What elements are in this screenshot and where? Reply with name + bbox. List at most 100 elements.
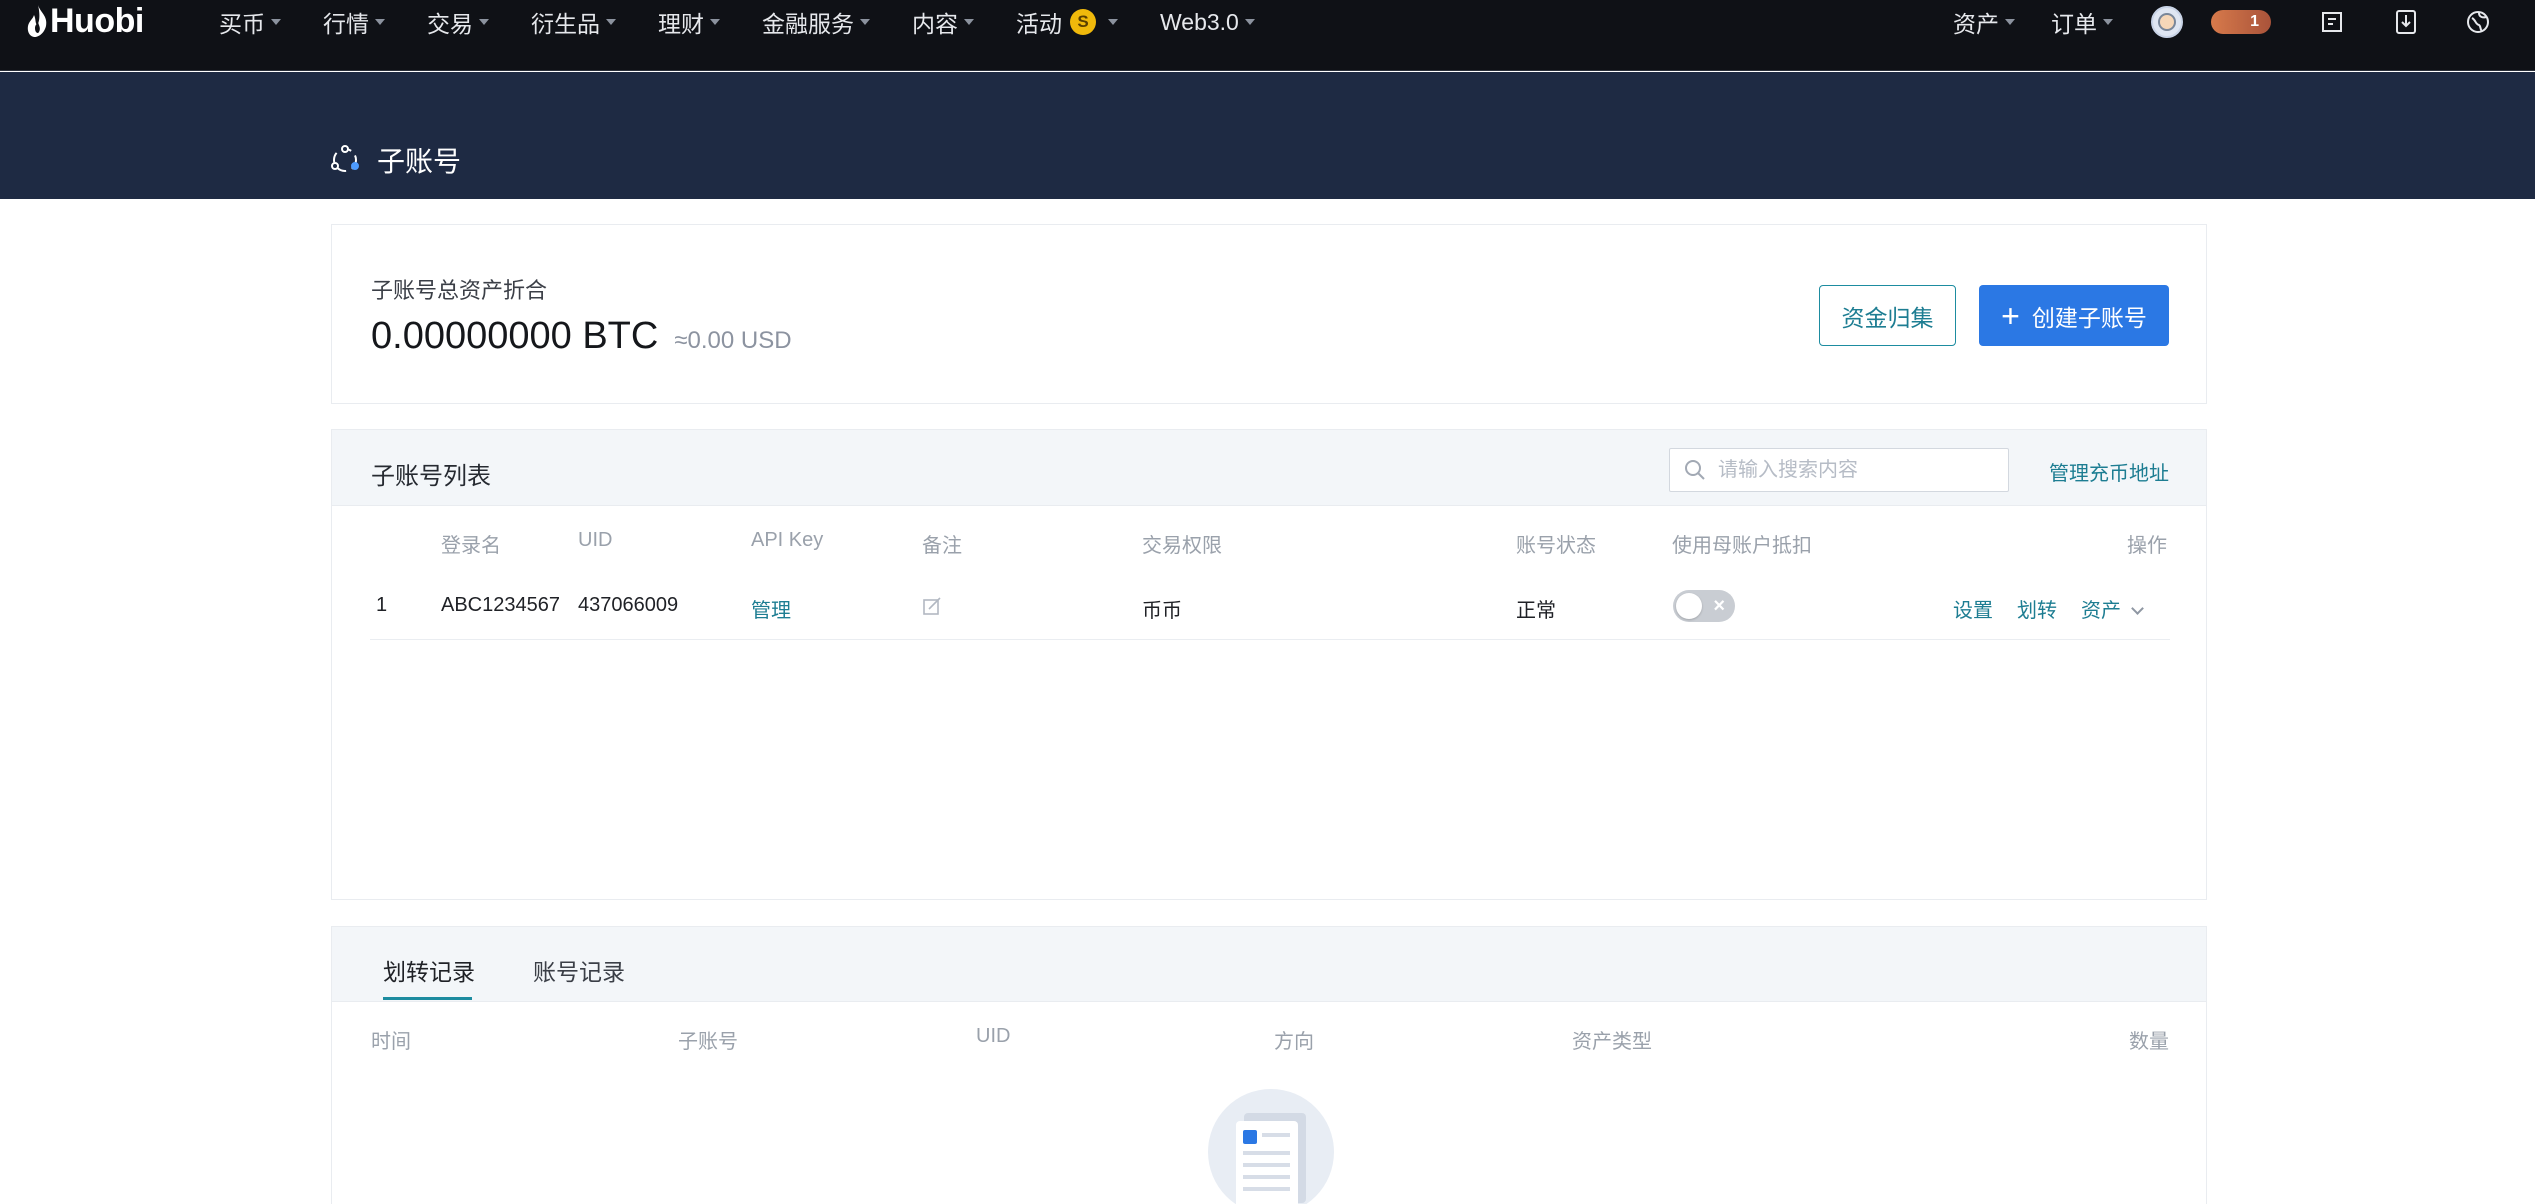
parent-deduction-toggle[interactable]: × — [1673, 590, 1735, 622]
nav-item-events[interactable]: 活动 S — [1016, 5, 1118, 39]
nav-label: 买币 — [219, 11, 265, 37]
nav-label: 行情 — [323, 11, 369, 37]
edit-note-icon[interactable] — [922, 596, 942, 622]
caret-down-icon — [2103, 19, 2113, 25]
caret-down-icon — [606, 19, 616, 25]
caret-down-icon — [710, 19, 720, 25]
caret-down-icon — [271, 19, 281, 25]
assets-link-label: 资产 — [2081, 600, 2121, 622]
column-header-direction: 方向 — [1274, 1031, 1314, 1053]
caret-down-icon — [964, 19, 974, 25]
caret-down-icon — [2005, 19, 2015, 25]
active-tab-indicator — [383, 997, 472, 1000]
column-header-parent-deduction: 使用母账户抵扣 — [1672, 535, 1812, 557]
caret-down-icon — [1108, 19, 1118, 25]
column-header-sub-account: 子账号 — [678, 1031, 738, 1053]
page-header-band: 子账号 — [0, 72, 2535, 199]
manage-deposit-address-link[interactable]: 管理充币地址 — [2049, 457, 2169, 486]
page-title-text: 子账号 — [377, 146, 462, 177]
nav-assets-menu[interactable]: 资产 — [1953, 5, 2015, 39]
caret-down-icon — [860, 19, 870, 25]
globe-icon — [2467, 11, 2489, 33]
nav-label: 金融服务 — [762, 11, 854, 37]
sub-account-icon — [331, 145, 359, 172]
list-header: 子账号列表 管理充币地址 — [332, 430, 2206, 506]
nav-item-trade[interactable]: 交易 — [427, 5, 489, 39]
page-title: 子账号 — [329, 140, 461, 180]
collect-funds-button[interactable]: 资金归集 — [1819, 285, 1956, 346]
plus-icon: + — [2001, 297, 2020, 334]
column-header-note: 备注 — [922, 535, 962, 557]
nav-item-earn[interactable]: 理财 — [658, 5, 720, 39]
asset-summary-card: 子账号总资产折合 0.00000000 BTC ≈0.00 USD 资金归集 +… — [331, 224, 2207, 404]
nav-item-markets[interactable]: 行情 — [323, 5, 385, 39]
toggle-off-icon: × — [1713, 595, 1725, 617]
download-app-icon[interactable] — [2391, 7, 2421, 37]
tab-transfer-records[interactable]: 划转记录 — [383, 953, 475, 987]
api-key-manage-link[interactable]: 管理 — [751, 594, 791, 623]
language-globe-icon[interactable] — [2463, 7, 2493, 37]
assets-dropdown[interactable]: 资产 — [2081, 594, 2144, 623]
records-card: 划转记录 账号记录 时间 子账号 UID 方向 资产类型 数量 — [331, 926, 2207, 1204]
tab-account-records[interactable]: 账号记录 — [533, 953, 625, 987]
huobi-logo[interactable]: Huobi — [26, 2, 144, 40]
nav-item-content[interactable]: 内容 — [912, 5, 974, 39]
empty-document-icon — [1236, 1113, 1306, 1204]
nav-orders-menu[interactable]: 订单 — [2051, 5, 2113, 39]
main-menu: 买币 行情 交易 衍生品 理财 金融服务 内容 活动 S Web3.0 — [219, 0, 1297, 44]
column-header-login: 登录名 — [441, 535, 501, 557]
caret-down-icon — [1244, 19, 1255, 25]
nav-label: 资产 — [1953, 11, 1999, 37]
flame-icon — [27, 5, 47, 37]
row-trade-permission: 币币 — [1142, 600, 1182, 622]
nav-label: 理财 — [658, 11, 704, 37]
create-sub-account-label: 创建子账号 — [2031, 304, 2147, 331]
usd-amount: ≈0.00 USD — [674, 327, 792, 354]
total-assets-value: 0.00000000 BTC ≈0.00 USD — [371, 315, 792, 358]
logo-text: Huobi — [50, 1, 144, 40]
caret-down-icon — [375, 19, 385, 25]
nav-item-web3[interactable]: Web3.0 — [1160, 9, 1255, 36]
sub-account-list-card: 子账号列表 管理充币地址 登录名 UID API Key 备注 交易权限 账号状… — [331, 429, 2207, 900]
row-divider — [370, 639, 2170, 640]
nav-label: 衍生品 — [531, 11, 600, 37]
caret-down-icon — [479, 19, 489, 25]
chevron-down-icon — [2131, 602, 2144, 615]
empty-state-illustration — [1208, 1089, 1334, 1204]
search-input[interactable] — [1718, 458, 1988, 482]
transfer-link[interactable]: 划转 — [2017, 594, 2057, 623]
row-index: 1 — [376, 594, 388, 616]
toggle-knob — [1676, 593, 1702, 619]
row-uid: 437066009 — [578, 594, 679, 616]
top-navbar: Huobi 买币 行情 交易 衍生品 理财 金融服务 内容 活动 S Web3.0… — [0, 0, 2535, 71]
create-sub-account-button[interactable]: + 创建子账号 — [1979, 285, 2169, 346]
total-assets-label: 子账号总资产折合 — [371, 278, 548, 303]
reward-count: 1 — [2250, 13, 2259, 30]
nav-item-derivatives[interactable]: 衍生品 — [531, 5, 616, 39]
nav-label: 内容 — [912, 11, 958, 37]
btc-amount: 0.00000000 BTC — [371, 315, 659, 357]
nav-right: 资产 订单 1 — [1953, 0, 2535, 44]
search-box[interactable] — [1669, 448, 2009, 492]
nav-item-buy-crypto[interactable]: 买币 — [219, 5, 281, 39]
user-avatar[interactable] — [2151, 6, 2183, 38]
list-title: 子账号列表 — [371, 463, 491, 490]
edit-icon — [923, 597, 941, 615]
avatar-face-icon — [2158, 13, 2176, 31]
column-header-uid: UID — [578, 529, 613, 551]
notifications-icon[interactable] — [2317, 7, 2347, 37]
column-header-trade-permission: 交易权限 — [1142, 535, 1222, 557]
settings-link[interactable]: 设置 — [1953, 594, 1993, 623]
document-icon — [2322, 12, 2342, 32]
reward-badge[interactable]: 1 — [2211, 10, 2271, 34]
search-icon — [1685, 460, 1705, 480]
column-header-asset-type: 资产类型 — [1572, 1031, 1652, 1053]
column-header-time: 时间 — [371, 1031, 411, 1053]
nav-label: Web3.0 — [1160, 8, 1239, 35]
nav-label: 活动 — [1016, 11, 1062, 37]
nav-item-finance-services[interactable]: 金融服务 — [762, 5, 870, 39]
row-login-name: ABC1234567 — [441, 594, 560, 616]
row-account-status: 正常 — [1516, 600, 1556, 622]
download-icon — [2396, 10, 2416, 34]
coin-badge-icon: S — [1070, 9, 1096, 35]
